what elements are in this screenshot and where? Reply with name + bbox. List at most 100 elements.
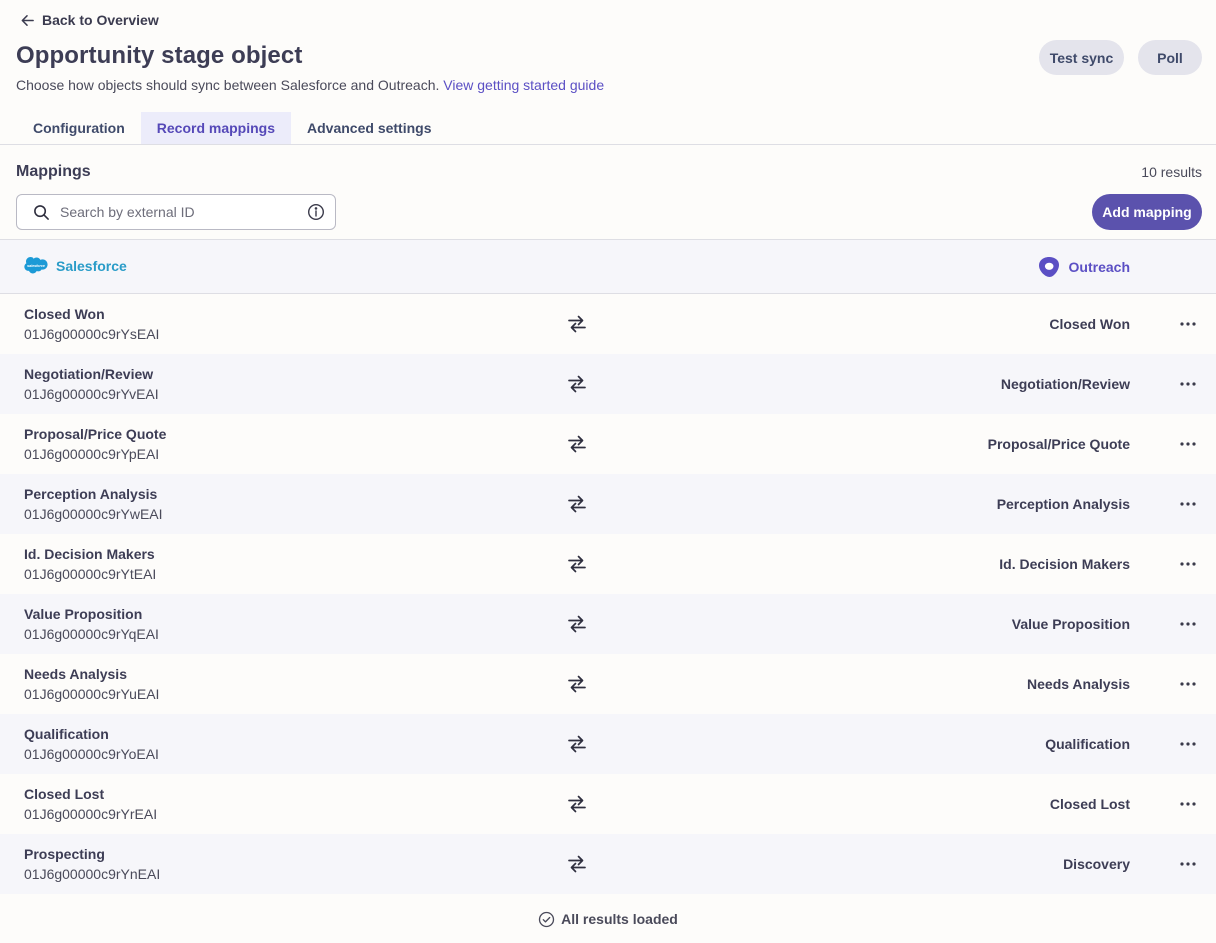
search-box xyxy=(16,194,336,230)
source-stage-name: Qualification xyxy=(24,726,109,742)
search-icon xyxy=(34,204,49,220)
salesforce-logo-text: salesforce xyxy=(27,264,45,268)
source-record-id: 01J6g00000c9rYwEAI xyxy=(24,506,163,522)
source-stage-name: Value Proposition xyxy=(24,606,143,622)
source-record-id: 01J6g00000c9rYsEAI xyxy=(24,326,160,342)
bidirectional-sync-icon xyxy=(568,615,586,633)
target-stage-name: Negotiation/Review xyxy=(1000,376,1130,392)
getting-started-link[interactable]: View getting started guide xyxy=(443,77,604,93)
table-row[interactable]: Closed Won 01J6g00000c9rYsEAI Closed Won xyxy=(0,294,1216,354)
source-record-id: 01J6g00000c9rYqEAI xyxy=(24,626,159,642)
search-input[interactable] xyxy=(60,204,307,220)
source-record-id: 01J6g00000c9rYtEAI xyxy=(24,566,157,582)
salesforce-record: Qualification 01J6g00000c9rYoEAI xyxy=(24,726,159,762)
target-stage-name: Discovery xyxy=(1063,856,1130,872)
salesforce-logo-icon: salesforce xyxy=(24,257,48,274)
source-record-id: 01J6g00000c9rYvEAI xyxy=(24,386,159,402)
bidirectional-sync-icon xyxy=(568,495,586,513)
table-row[interactable]: Needs Analysis 01J6g00000c9rYuEAI Needs An… xyxy=(0,654,1216,714)
table-row[interactable]: Proposal/Price Quote 01J6g00000c9rYpEAI Pr… xyxy=(0,414,1216,474)
salesforce-column-header: salesforce Salesforce xyxy=(24,257,127,274)
more-horizontal-icon[interactable] xyxy=(1178,434,1198,454)
bidirectional-sync-icon xyxy=(568,315,586,333)
more-horizontal-icon[interactable] xyxy=(1178,374,1198,394)
more-horizontal-icon[interactable] xyxy=(1178,854,1198,874)
salesforce-record: Closed Won 01J6g00000c9rYsEAI xyxy=(24,306,159,342)
bidirectional-sync-icon xyxy=(568,675,586,693)
bidirectional-sync-icon xyxy=(568,555,586,573)
more-horizontal-icon[interactable] xyxy=(1178,674,1198,694)
salesforce-record: Perception Analysis 01J6g00000c9rYwEAI xyxy=(24,486,163,522)
source-stage-name: Closed Lost xyxy=(24,786,105,802)
table-row[interactable]: Value Proposition 01J6g00000c9rYqEAI Value… xyxy=(0,594,1216,654)
bidirectional-sync-icon xyxy=(568,375,586,393)
page-subtitle: Choose how objects should sync between S… xyxy=(16,77,604,93)
source-stage-name: Proposal/Price Quote xyxy=(24,426,167,442)
outreach-label: Outreach xyxy=(1068,259,1130,275)
bidirectional-sync-icon xyxy=(568,855,586,873)
source-stage-name: Closed Won xyxy=(24,306,105,322)
salesforce-record: Proposal/Price Quote 01J6g00000c9rYpEAI xyxy=(24,426,166,462)
salesforce-record: Id. Decision Makers 01J6g00000c9rYtEAI xyxy=(24,546,156,582)
source-record-id: 01J6g00000c9rYoEAI xyxy=(24,746,159,762)
table-row[interactable]: Closed Lost 01J6g00000c9rYrEAI Closed Lost xyxy=(0,774,1216,834)
more-horizontal-icon[interactable] xyxy=(1178,734,1198,754)
source-record-id: 01J6g00000c9rYuEAI xyxy=(24,686,160,702)
bidirectional-sync-icon xyxy=(568,435,586,453)
info-icon[interactable] xyxy=(307,203,325,221)
salesforce-label: Salesforce xyxy=(56,257,127,274)
target-stage-name: Qualification xyxy=(1045,736,1130,752)
source-stage-name: Negotiation/Review xyxy=(24,366,154,382)
arrow-left-icon xyxy=(21,14,34,26)
table-row[interactable]: Prospecting 01J6g00000c9rYnEAI Discovery xyxy=(0,834,1216,894)
all-results-loaded-text: All results loaded xyxy=(561,911,678,927)
target-stage-name: Value Proposition xyxy=(1011,616,1130,632)
bidirectional-sync-icon xyxy=(568,735,586,753)
tab-configuration[interactable]: Configuration xyxy=(17,112,141,144)
salesforce-record: Needs Analysis 01J6g00000c9rYuEAI xyxy=(24,666,159,702)
poll-button[interactable]: Poll xyxy=(1138,40,1202,75)
mappings-title: Mappings xyxy=(16,163,91,180)
add-mapping-button[interactable]: Add mapping xyxy=(1092,194,1202,230)
salesforce-record: Negotiation/Review 01J6g00000c9rYvEAI xyxy=(24,366,159,402)
target-stage-name: Id. Decision Makers xyxy=(999,556,1130,572)
salesforce-record: Value Proposition 01J6g00000c9rYqEAI xyxy=(24,606,159,642)
target-stage-name: Proposal/Price Quote xyxy=(987,436,1130,452)
more-horizontal-icon[interactable] xyxy=(1178,794,1198,814)
target-stage-name: Perception Analysis xyxy=(996,496,1130,512)
results-count: 10 results xyxy=(1141,164,1202,180)
salesforce-record: Closed Lost 01J6g00000c9rYrEAI xyxy=(24,786,157,822)
mappings-list: Closed Won 01J6g00000c9rYsEAI Closed Won Ne… xyxy=(0,294,1216,894)
source-record-id: 01J6g00000c9rYpEAI xyxy=(24,446,160,462)
table-row[interactable]: Perception Analysis 01J6g00000c9rYwEAI Per… xyxy=(0,474,1216,534)
check-circle-icon xyxy=(538,911,555,927)
tab-advanced-settings[interactable]: Advanced settings xyxy=(291,112,447,144)
table-row[interactable]: Negotiation/Review 01J6g00000c9rYvEAI Nego… xyxy=(0,354,1216,414)
more-horizontal-icon[interactable] xyxy=(1178,314,1198,334)
table-header: salesforce Salesforce Outreach xyxy=(0,239,1216,294)
mappings-toolbar: Mappings 10 results Add mapping xyxy=(0,145,1216,239)
page-title: Opportunity stage object xyxy=(16,42,303,69)
table-row[interactable]: Qualification 01J6g00000c9rYoEAI Qualifica… xyxy=(0,714,1216,774)
more-horizontal-icon[interactable] xyxy=(1178,494,1198,514)
bidirectional-sync-icon xyxy=(568,795,586,813)
salesforce-record: Prospecting 01J6g00000c9rYnEAI xyxy=(24,846,160,882)
more-horizontal-icon[interactable] xyxy=(1178,554,1198,574)
list-footer: All results loaded xyxy=(0,894,1216,943)
source-stage-name: Perception Analysis xyxy=(24,486,158,502)
source-record-id: 01J6g00000c9rYnEAI xyxy=(24,866,161,882)
tab-record-mappings[interactable]: Record mappings xyxy=(140,112,292,144)
table-row[interactable]: Id. Decision Makers 01J6g00000c9rYtEAI Id.… xyxy=(0,534,1216,594)
back-label: Back to Overview xyxy=(42,12,159,28)
more-horizontal-icon[interactable] xyxy=(1178,614,1198,634)
target-stage-name: Closed Lost xyxy=(1049,796,1130,812)
page-header: Back to Overview Opportunity stage objec… xyxy=(0,0,1216,145)
target-stage-name: Closed Won xyxy=(1049,316,1130,332)
back-to-overview-link[interactable]: Back to Overview xyxy=(20,12,159,28)
test-sync-button[interactable]: Test sync xyxy=(1039,40,1124,75)
target-stage-name: Needs Analysis xyxy=(1027,676,1130,692)
source-record-id: 01J6g00000c9rYrEAI xyxy=(24,806,158,822)
source-stage-name: Id. Decision Makers xyxy=(24,546,155,562)
subtitle-text: Choose how objects should sync between S… xyxy=(16,77,440,93)
source-stage-name: Prospecting xyxy=(24,846,105,862)
